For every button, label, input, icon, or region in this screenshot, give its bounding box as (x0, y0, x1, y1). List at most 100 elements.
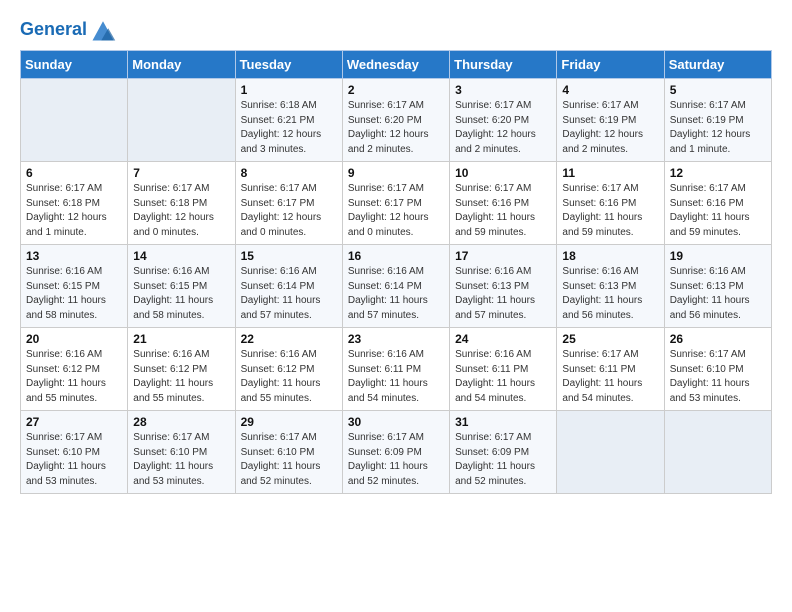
day-cell: 27 Sunrise: 6:17 AM Sunset: 6:10 PM Dayli… (21, 411, 128, 494)
day-number: 22 (241, 332, 337, 346)
day-cell: 10Sunrise: 6:17 AM Sunset: 6:16 PM Dayli… (450, 162, 557, 245)
day-info: Sunrise: 6:16 AM Sunset: 6:15 PM Dayligh… (26, 265, 122, 323)
day-cell: 26 Sunrise: 6:17 AM Sunset: 6:10 PM Dayli… (664, 328, 771, 411)
day-cell: 30Sunrise: 6:17 AM Sunset: 6:09 PM Dayli… (342, 411, 449, 494)
day-number: 27 (26, 415, 122, 429)
day-cell: 11 Sunrise: 6:17 AM Sunset: 6:16 PM Dayli… (557, 162, 664, 245)
day-info: Sunrise: 6:17 AM Sunset: 6:10 PM Dayligh… (670, 348, 766, 406)
weekday-header-row: SundayMondayTuesdayWednesdayThursdayFrid… (21, 51, 772, 79)
day-info: Sunrise: 6:16 AM Sunset: 6:11 PM Dayligh… (348, 348, 444, 406)
day-number: 20 (26, 332, 122, 346)
day-number: 14 (133, 249, 229, 263)
day-info: Sunrise: 6:16 AM Sunset: 6:14 PM Dayligh… (241, 265, 337, 323)
logo-text: General (20, 20, 87, 40)
day-cell: 17 Sunrise: 6:16 AM Sunset: 6:13 PM Dayli… (450, 245, 557, 328)
weekday-header-sunday: Sunday (21, 51, 128, 79)
day-cell: 16Sunrise: 6:16 AM Sunset: 6:14 PM Dayli… (342, 245, 449, 328)
day-info: Sunrise: 6:16 AM Sunset: 6:11 PM Dayligh… (455, 348, 551, 406)
day-info: Sunrise: 6:17 AM Sunset: 6:09 PM Dayligh… (455, 431, 551, 489)
day-cell: 29 Sunrise: 6:17 AM Sunset: 6:10 PM Dayli… (235, 411, 342, 494)
day-info: Sunrise: 6:17 AM Sunset: 6:16 PM Dayligh… (670, 182, 766, 240)
day-info: Sunrise: 6:17 AM Sunset: 6:10 PM Dayligh… (26, 431, 122, 489)
day-cell: 14 Sunrise: 6:16 AM Sunset: 6:15 PM Dayli… (128, 245, 235, 328)
day-number: 2 (348, 83, 444, 97)
day-info: Sunrise: 6:17 AM Sunset: 6:10 PM Dayligh… (133, 431, 229, 489)
day-number: 12 (670, 166, 766, 180)
day-cell: 22 Sunrise: 6:16 AM Sunset: 6:12 PM Dayli… (235, 328, 342, 411)
week-row-3: 13 Sunrise: 6:16 AM Sunset: 6:15 PM Dayli… (21, 245, 772, 328)
day-info: Sunrise: 6:18 AM Sunset: 6:21 PM Dayligh… (241, 99, 337, 157)
day-info: Sunrise: 6:17 AM Sunset: 6:18 PM Dayligh… (133, 182, 229, 240)
day-number: 15 (241, 249, 337, 263)
day-number: 16 (348, 249, 444, 263)
day-number: 21 (133, 332, 229, 346)
week-row-4: 20 Sunrise: 6:16 AM Sunset: 6:12 PM Dayli… (21, 328, 772, 411)
day-cell: 5 Sunrise: 6:17 AM Sunset: 6:19 PM Daylig… (664, 79, 771, 162)
day-info: Sunrise: 6:16 AM Sunset: 6:13 PM Dayligh… (455, 265, 551, 323)
day-cell (21, 79, 128, 162)
day-info: Sunrise: 6:16 AM Sunset: 6:12 PM Dayligh… (26, 348, 122, 406)
day-number: 29 (241, 415, 337, 429)
logo-icon (89, 16, 117, 44)
day-cell (664, 411, 771, 494)
logo: General (20, 16, 117, 40)
day-info: Sunrise: 6:16 AM Sunset: 6:12 PM Dayligh… (241, 348, 337, 406)
day-number: 19 (670, 249, 766, 263)
day-cell: 9Sunrise: 6:17 AM Sunset: 6:17 PM Daylig… (342, 162, 449, 245)
week-row-2: 6 Sunrise: 6:17 AM Sunset: 6:18 PM Daylig… (21, 162, 772, 245)
day-info: Sunrise: 6:17 AM Sunset: 6:17 PM Dayligh… (241, 182, 337, 240)
day-info: Sunrise: 6:17 AM Sunset: 6:18 PM Dayligh… (26, 182, 122, 240)
day-info: Sunrise: 6:17 AM Sunset: 6:20 PM Dayligh… (455, 99, 551, 157)
day-cell: 19 Sunrise: 6:16 AM Sunset: 6:13 PM Dayli… (664, 245, 771, 328)
day-number: 17 (455, 249, 551, 263)
day-cell: 15 Sunrise: 6:16 AM Sunset: 6:14 PM Dayli… (235, 245, 342, 328)
day-info: Sunrise: 6:16 AM Sunset: 6:13 PM Dayligh… (670, 265, 766, 323)
day-number: 11 (562, 166, 658, 180)
day-cell: 31 Sunrise: 6:17 AM Sunset: 6:09 PM Dayli… (450, 411, 557, 494)
day-cell: 21 Sunrise: 6:16 AM Sunset: 6:12 PM Dayli… (128, 328, 235, 411)
day-info: Sunrise: 6:16 AM Sunset: 6:12 PM Dayligh… (133, 348, 229, 406)
day-number: 30 (348, 415, 444, 429)
day-cell: 24 Sunrise: 6:16 AM Sunset: 6:11 PM Dayli… (450, 328, 557, 411)
day-number: 5 (670, 83, 766, 97)
header: General (20, 16, 772, 40)
week-row-5: 27 Sunrise: 6:17 AM Sunset: 6:10 PM Dayli… (21, 411, 772, 494)
day-cell: 2 Sunrise: 6:17 AM Sunset: 6:20 PM Daylig… (342, 79, 449, 162)
day-info: Sunrise: 6:17 AM Sunset: 6:19 PM Dayligh… (670, 99, 766, 157)
day-cell: 13 Sunrise: 6:16 AM Sunset: 6:15 PM Dayli… (21, 245, 128, 328)
day-cell: 6 Sunrise: 6:17 AM Sunset: 6:18 PM Daylig… (21, 162, 128, 245)
day-info: Sunrise: 6:17 AM Sunset: 6:20 PM Dayligh… (348, 99, 444, 157)
day-number: 3 (455, 83, 551, 97)
day-cell: 25Sunrise: 6:17 AM Sunset: 6:11 PM Dayli… (557, 328, 664, 411)
day-info: Sunrise: 6:17 AM Sunset: 6:16 PM Dayligh… (562, 182, 658, 240)
day-number: 13 (26, 249, 122, 263)
day-number: 6 (26, 166, 122, 180)
weekday-header-wednesday: Wednesday (342, 51, 449, 79)
day-number: 26 (670, 332, 766, 346)
day-info: Sunrise: 6:16 AM Sunset: 6:13 PM Dayligh… (562, 265, 658, 323)
day-cell: 8 Sunrise: 6:17 AM Sunset: 6:17 PM Daylig… (235, 162, 342, 245)
day-cell: 12 Sunrise: 6:17 AM Sunset: 6:16 PM Dayli… (664, 162, 771, 245)
day-cell: 3 Sunrise: 6:17 AM Sunset: 6:20 PM Daylig… (450, 79, 557, 162)
day-cell: 7Sunrise: 6:17 AM Sunset: 6:18 PM Daylig… (128, 162, 235, 245)
day-cell: 20 Sunrise: 6:16 AM Sunset: 6:12 PM Dayli… (21, 328, 128, 411)
day-number: 1 (241, 83, 337, 97)
day-cell: 4 Sunrise: 6:17 AM Sunset: 6:19 PM Daylig… (557, 79, 664, 162)
day-number: 28 (133, 415, 229, 429)
day-cell (557, 411, 664, 494)
day-info: Sunrise: 6:16 AM Sunset: 6:15 PM Dayligh… (133, 265, 229, 323)
day-number: 23 (348, 332, 444, 346)
day-number: 31 (455, 415, 551, 429)
day-info: Sunrise: 6:17 AM Sunset: 6:10 PM Dayligh… (241, 431, 337, 489)
day-info: Sunrise: 6:17 AM Sunset: 6:16 PM Dayligh… (455, 182, 551, 240)
day-info: Sunrise: 6:17 AM Sunset: 6:19 PM Dayligh… (562, 99, 658, 157)
weekday-header-thursday: Thursday (450, 51, 557, 79)
day-number: 4 (562, 83, 658, 97)
weekday-header-tuesday: Tuesday (235, 51, 342, 79)
day-number: 24 (455, 332, 551, 346)
day-cell: 23 Sunrise: 6:16 AM Sunset: 6:11 PM Dayli… (342, 328, 449, 411)
weekday-header-monday: Monday (128, 51, 235, 79)
day-number: 8 (241, 166, 337, 180)
week-row-1: 1 Sunrise: 6:18 AM Sunset: 6:21 PM Daylig… (21, 79, 772, 162)
day-number: 18 (562, 249, 658, 263)
